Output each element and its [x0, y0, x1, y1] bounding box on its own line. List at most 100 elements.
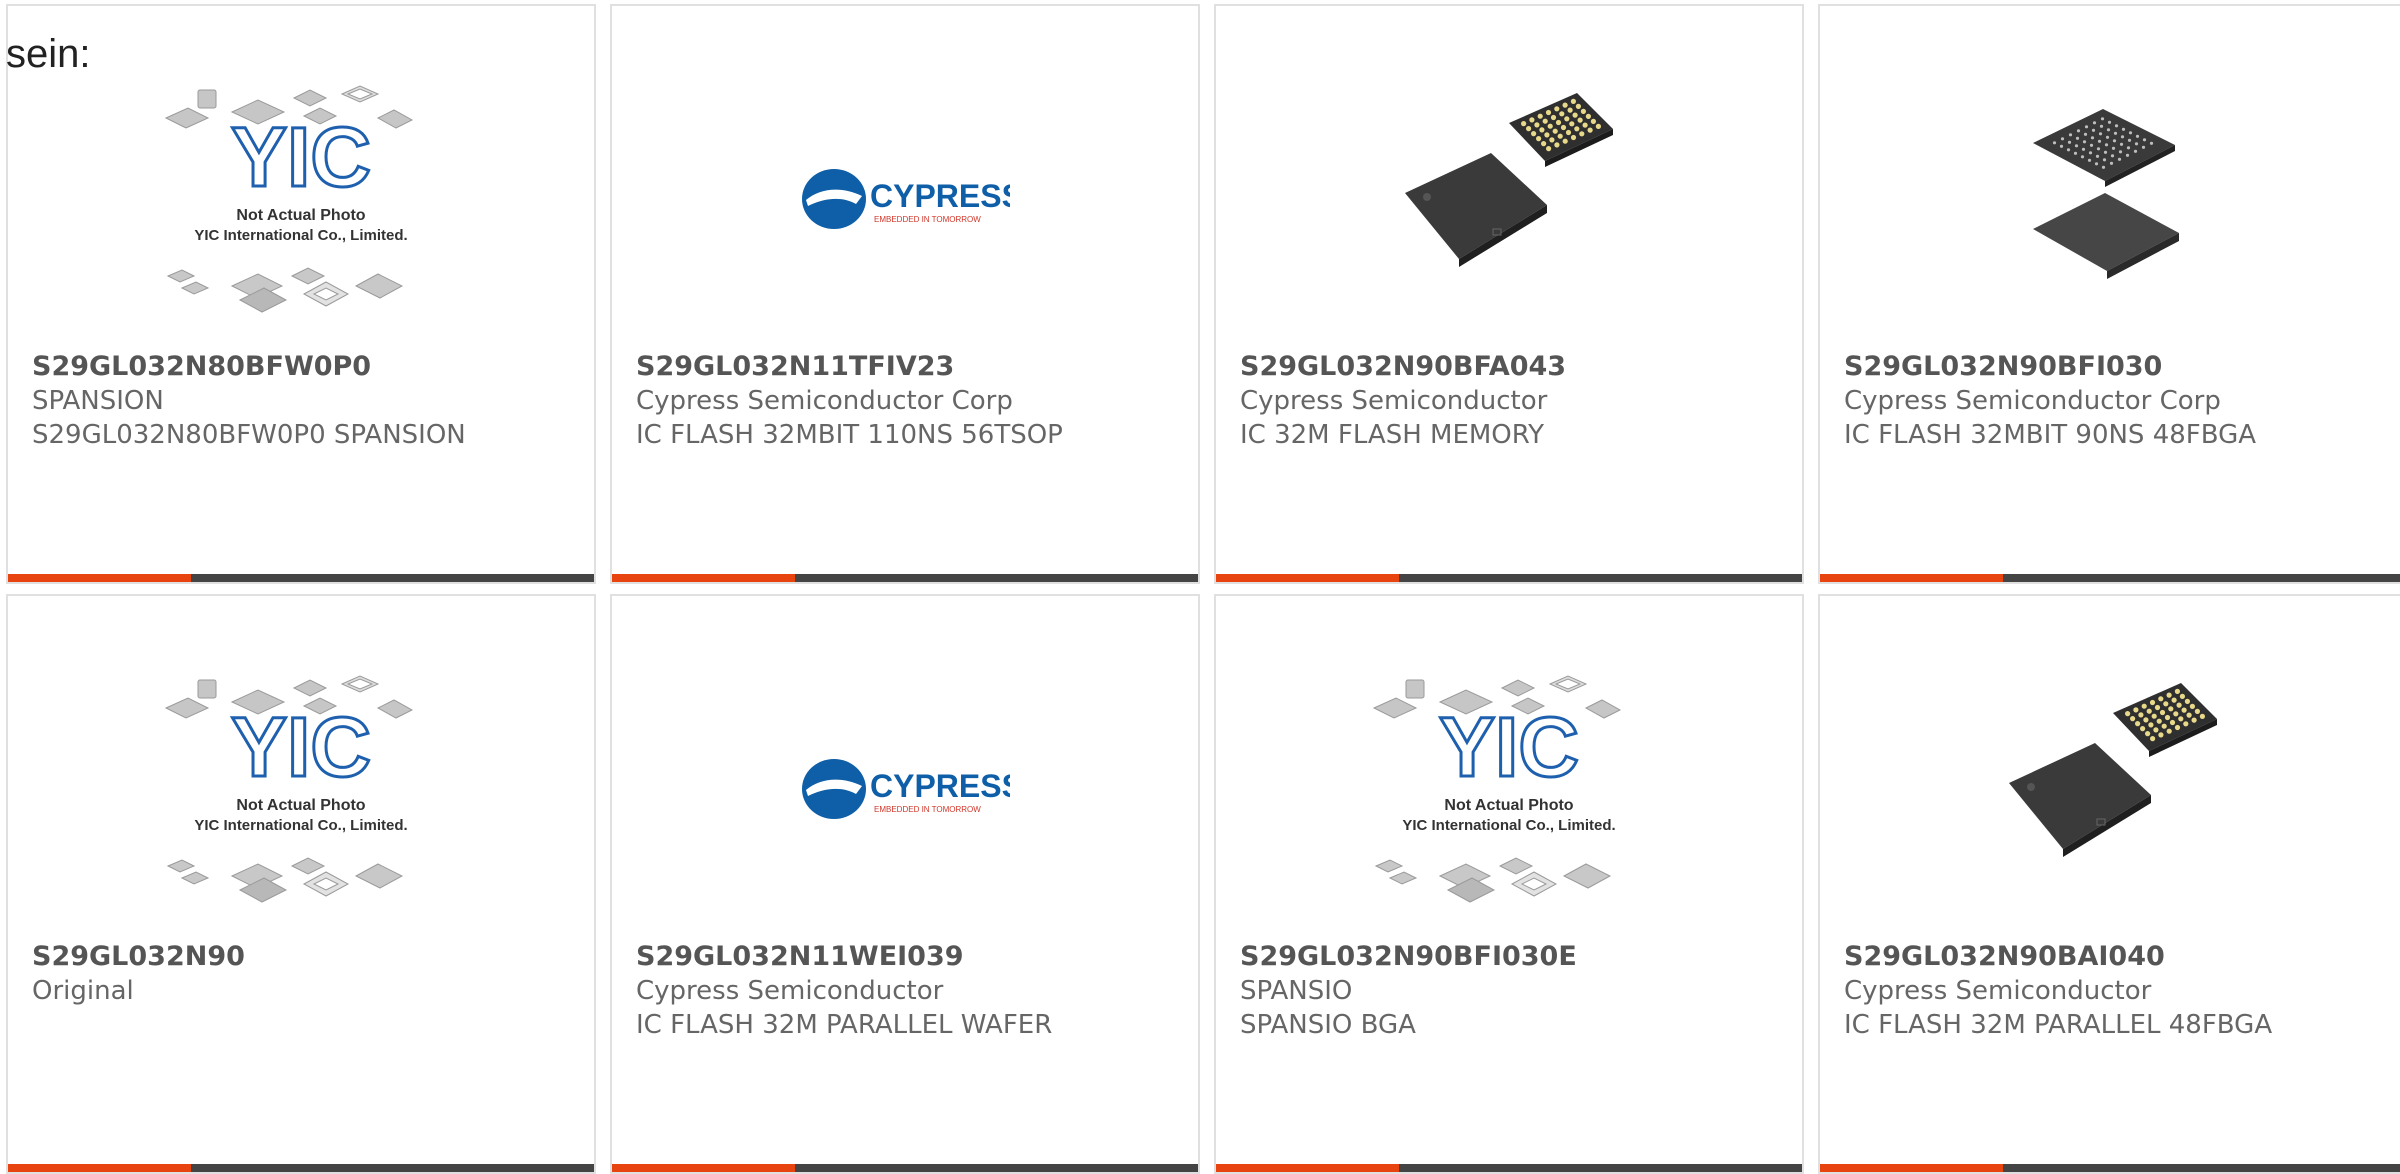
solder-ball	[1564, 116, 1570, 122]
solder-ball	[1557, 133, 1563, 139]
solder-ball	[2138, 712, 2144, 718]
description: S29GL032N80BFW0P0 SPANSION	[32, 420, 466, 450]
solder-ball	[2089, 143, 2094, 147]
solder-ball	[2114, 124, 2119, 128]
part-number-link[interactable]: S29GL032N80BFW0P0	[32, 350, 582, 384]
solder-ball	[2067, 140, 2072, 144]
product-card[interactable]: CYPRESS EMBEDDED IN TOMORROW S29GL032N11…	[610, 4, 1200, 584]
product-card[interactable]: YIC Not Actual Photo YIC International C…	[6, 4, 596, 584]
solder-ball	[2154, 704, 2161, 711]
cypress-logo: CYPRESS EMBEDDED IN TOMORROW	[802, 169, 1010, 229]
solder-ball	[2068, 133, 2073, 137]
product-image[interactable]	[1216, 54, 1802, 344]
placeholder-line2: YIC International Co., Limited.	[1402, 817, 1615, 834]
solder-ball	[2149, 141, 2154, 145]
solder-ball	[2181, 707, 2187, 713]
product-card[interactable]: S29GL032N90BFA043 Cypress Semiconductor …	[1214, 4, 1804, 584]
solder-ball	[2113, 131, 2118, 135]
card-bottom-bar	[8, 1164, 594, 1172]
product-card[interactable]: YIC Not Actual Photo YIC International C…	[1214, 594, 1804, 1174]
product-card[interactable]: S29GL032N90BAI040 Cypress Semiconductor …	[1818, 594, 2400, 1174]
solder-ball	[1569, 121, 1575, 127]
card-bottom-bar	[1216, 574, 1802, 582]
card-accent-bar	[8, 1164, 191, 1172]
solder-ball	[2095, 154, 2100, 158]
solder-ball	[2117, 157, 2122, 161]
card-accent-bar	[1820, 574, 2003, 582]
description: IC FLASH 32M PARALLEL WAFER	[636, 1010, 1053, 1040]
solder-ball	[2087, 158, 2092, 162]
solder-ball	[2101, 165, 2106, 169]
solder-ball	[2102, 158, 2107, 162]
solder-ball	[1537, 113, 1543, 119]
card-bottom-bar	[612, 574, 1198, 582]
product-card[interactable]: S29GL032N90BFI030 Cypress Semiconductor …	[1818, 4, 2400, 584]
solder-ball	[2149, 699, 2156, 706]
product-card[interactable]: CYPRESS EMBEDDED IN TOMORROW S29GL032N11…	[610, 594, 1200, 1174]
solder-ball	[1570, 134, 1577, 141]
solder-ball	[2106, 128, 2111, 132]
solder-ball	[1521, 121, 1527, 127]
yic-placeholder-photo: YIC Not Actual Photo YIC International C…	[164, 675, 414, 903]
part-number-link[interactable]: S29GL032N11WEI039	[636, 940, 1186, 974]
solder-ball	[1534, 122, 1540, 128]
solder-ball	[1582, 122, 1588, 128]
solder-ball	[2146, 708, 2152, 714]
solder-ball	[2166, 692, 2172, 698]
solder-ball	[2118, 150, 2123, 154]
solder-ball	[2163, 701, 2169, 707]
solder-ball	[2194, 708, 2200, 714]
product-info: S29GL032N90BFA043 Cypress Semiconductor …	[1240, 350, 1790, 452]
solder-ball	[2168, 706, 2174, 712]
product-image[interactable]	[1820, 644, 2400, 934]
solder-ball	[1529, 117, 1535, 123]
part-number-link[interactable]: S29GL032N90BAI040	[1844, 940, 2394, 974]
product-image[interactable]	[1820, 54, 2400, 344]
solder-ball	[1554, 106, 1560, 112]
solder-ball	[2158, 732, 2164, 738]
cypress-tagline: EMBEDDED IN TOMORROW	[874, 805, 981, 814]
solder-ball	[1545, 109, 1552, 116]
yic-logo-text: YIC	[231, 700, 371, 794]
solder-ball	[2104, 143, 2109, 147]
solder-ball	[2107, 120, 2112, 124]
product-image[interactable]: CYPRESS EMBEDDED IN TOMORROW	[612, 644, 1198, 934]
product-image[interactable]: YIC Not Actual Photo YIC International C…	[8, 54, 594, 344]
placeholder-line1: Not Actual Photo	[236, 207, 365, 224]
product-image[interactable]: YIC Not Actual Photo YIC International C…	[8, 644, 594, 934]
solder-ball	[1554, 142, 1560, 148]
solder-ball	[2074, 144, 2079, 148]
solder-ball	[2156, 718, 2162, 724]
solder-ball	[1549, 137, 1555, 143]
description: IC FLASH 32MBIT 90NS 48FBGA	[1844, 420, 2257, 450]
yic-logo-text: YIC	[1439, 700, 1579, 794]
product-image[interactable]: YIC Not Actual Photo YIC International C…	[1216, 644, 1802, 934]
solder-ball	[2119, 142, 2124, 146]
card-bottom-bar	[1820, 574, 2400, 582]
solder-ball	[2135, 721, 2141, 727]
part-number-link[interactable]: S29GL032N11TFIV23	[636, 350, 1186, 384]
yic-logo-text: YIC	[231, 110, 371, 204]
placeholder-line2: YIC International Co., Limited.	[194, 227, 407, 244]
solder-ball	[1562, 102, 1568, 108]
solder-ball	[1590, 118, 1596, 124]
solder-ball	[2105, 135, 2110, 139]
product-info: S29GL032N90 Original	[32, 940, 582, 1008]
product-image[interactable]: CYPRESS EMBEDDED IN TOMORROW	[612, 54, 1198, 344]
solder-ball	[1579, 131, 1585, 137]
part-number-link[interactable]: S29GL032N90	[32, 940, 582, 974]
solder-ball	[2088, 151, 2093, 155]
solder-ball	[2111, 146, 2116, 150]
cypress-wordmark: CYPRESS	[870, 768, 1010, 804]
solder-ball	[2109, 161, 2114, 165]
card-accent-bar	[8, 574, 191, 582]
solder-ball	[2091, 128, 2096, 132]
part-number-link[interactable]: S29GL032N90BFI030E	[1240, 940, 1790, 974]
solder-ball	[2128, 131, 2133, 135]
solder-ball	[2126, 146, 2131, 150]
solder-ball	[2066, 148, 2071, 152]
product-card[interactable]: YIC Not Actual Photo YIC International C…	[6, 594, 596, 1174]
part-number-link[interactable]: S29GL032N90BFI030	[1844, 350, 2394, 384]
part-number-link[interactable]: S29GL032N90BFA043	[1240, 350, 1790, 384]
solder-ball	[1546, 146, 1552, 152]
